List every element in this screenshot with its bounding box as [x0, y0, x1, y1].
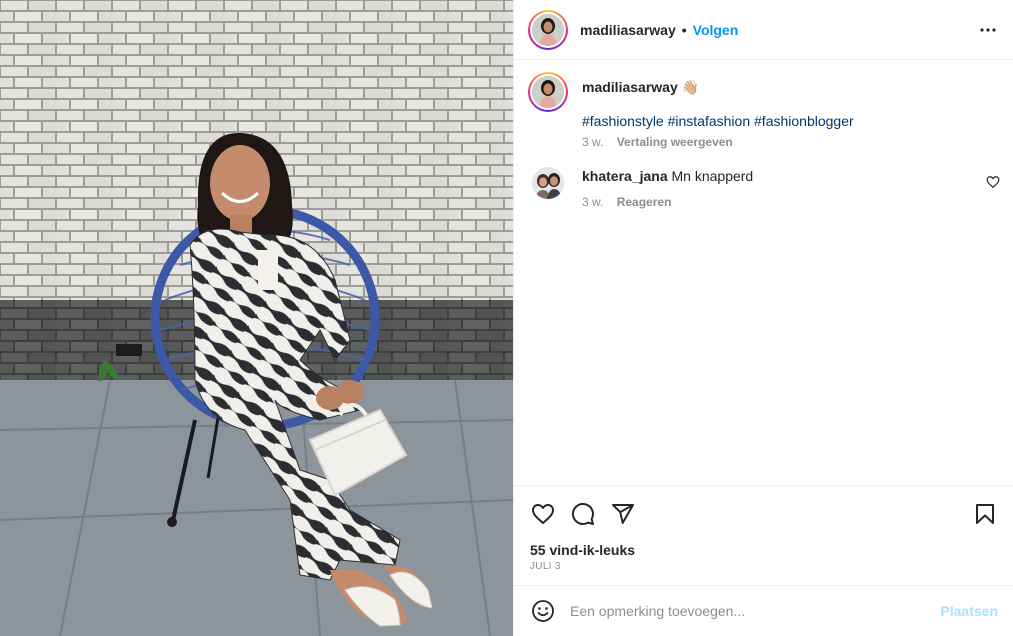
post-image[interactable]	[0, 0, 513, 636]
add-comment-bar: Plaatsen	[514, 585, 1013, 636]
comment-time[interactable]: 3 w.	[582, 195, 603, 209]
heart-icon[interactable]	[530, 501, 556, 527]
post-header: madiliasarway • Volgen	[514, 0, 1013, 60]
hashtag-link[interactable]: #fashionblogger	[754, 113, 854, 129]
comment-icon[interactable]	[570, 501, 596, 527]
follow-button[interactable]: Volgen	[693, 22, 739, 38]
comments-section: madiliasarway 👋🏼 #fashionstyle #instafas…	[514, 60, 1013, 485]
likes-count[interactable]: 55 vind-ik-leuks	[530, 542, 998, 558]
caption-username[interactable]: madiliasarway	[582, 79, 678, 95]
commenter-username[interactable]: khatera_jana	[582, 168, 668, 184]
comment-text: Mn knapperd	[671, 168, 754, 184]
caption-time[interactable]: 3 w.	[582, 135, 603, 149]
heart-outline-icon[interactable]	[986, 175, 1000, 189]
header-username[interactable]: madiliasarway	[580, 22, 676, 38]
translate-button[interactable]: Vertaling weergeven	[617, 135, 733, 149]
caption: madiliasarway 👋🏼 #fashionstyle #instafas…	[528, 72, 1000, 149]
send-icon[interactable]	[610, 501, 636, 527]
comment-input[interactable]	[570, 603, 941, 619]
commenter-avatar[interactable]	[532, 167, 564, 199]
smiley-icon[interactable]	[530, 598, 556, 624]
caption-story-avatar[interactable]	[528, 72, 568, 112]
post-comment-button[interactable]: Plaatsen	[940, 603, 998, 619]
action-bar: 55 vind-ik-leuks JULI 3	[514, 485, 1013, 585]
reply-button[interactable]: Reageren	[617, 195, 672, 209]
bookmark-icon[interactable]	[972, 501, 998, 527]
avatar	[532, 76, 564, 108]
hashtags: #fashionstyle #instafashion #fashionblog…	[582, 113, 1000, 129]
more-horizontal-icon[interactable]	[976, 18, 1000, 42]
post-date[interactable]: JULI 3	[530, 561, 998, 572]
separator-dot: •	[681, 21, 687, 38]
post-photo-graphic	[0, 0, 513, 636]
avatar	[532, 13, 564, 46]
hashtag-link[interactable]: #instafashion	[668, 113, 751, 129]
comment-item: khatera_jana Mn knapperd 3 w. Reageren	[528, 167, 1000, 209]
waving-hand-emoji: 👋🏼	[681, 79, 700, 95]
post-details-panel: madiliasarway • Volgen madiliasarway 👋🏼 …	[513, 0, 1013, 636]
story-avatar[interactable]	[528, 9, 568, 50]
hashtag-link[interactable]: #fashionstyle	[582, 113, 664, 129]
